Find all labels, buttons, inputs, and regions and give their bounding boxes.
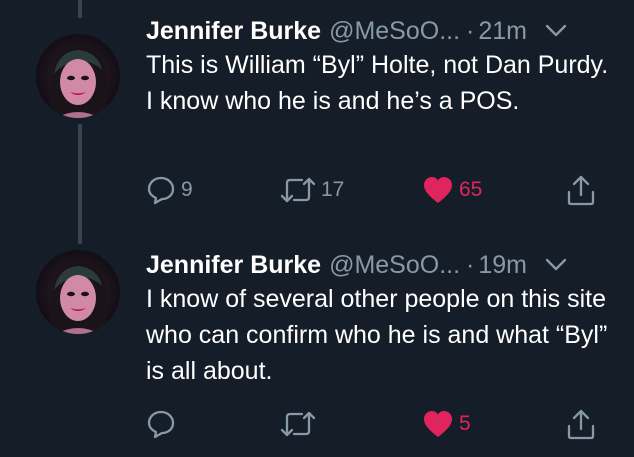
like-button[interactable]: 65 bbox=[422, 170, 482, 210]
reply-count: 9 bbox=[181, 178, 193, 201]
author-name[interactable]: Jennifer Burke bbox=[146, 16, 321, 46]
retweet-icon bbox=[280, 177, 316, 203]
tweet-header: Jennifer Burke @MeSoO... · 19m bbox=[146, 250, 622, 280]
retweet-button[interactable]: 17 bbox=[280, 170, 344, 210]
chevron-down-icon[interactable] bbox=[545, 258, 567, 272]
heart-icon bbox=[424, 411, 452, 437]
tweet-text: This is William “Byl” Holte, not Dan Pur… bbox=[146, 51, 609, 115]
timestamp[interactable]: 21m bbox=[478, 16, 527, 46]
share-button[interactable] bbox=[566, 404, 596, 444]
avatar[interactable] bbox=[36, 250, 120, 334]
retweet-button[interactable] bbox=[280, 404, 321, 444]
share-icon bbox=[567, 409, 595, 440]
retweet-count: 17 bbox=[321, 178, 345, 201]
separator: · bbox=[466, 17, 475, 45]
tweet-header: Jennifer Burke @MeSoO... · 21m bbox=[146, 16, 622, 46]
avatar[interactable] bbox=[36, 34, 120, 118]
tweet[interactable]: Jennifer Burke @MeSoO... · 21m This is W… bbox=[0, 0, 634, 230]
chevron-down-icon[interactable] bbox=[545, 24, 567, 38]
like-count: 5 bbox=[459, 412, 471, 435]
heart-icon bbox=[424, 177, 452, 203]
share-button[interactable] bbox=[566, 170, 596, 210]
retweet-icon bbox=[280, 411, 316, 437]
author-name[interactable]: Jennifer Burke bbox=[146, 250, 321, 280]
tweet[interactable]: Jennifer Burke @MeSoO... · 19m I know of… bbox=[0, 230, 634, 457]
author-handle[interactable]: @MeSoO... bbox=[329, 250, 460, 280]
action-bar: 5 bbox=[146, 404, 606, 444]
reply-button[interactable]: 9 bbox=[146, 170, 193, 210]
timestamp[interactable]: 19m bbox=[478, 250, 527, 280]
separator: · bbox=[466, 251, 475, 279]
reply-button[interactable] bbox=[146, 404, 181, 444]
author-handle[interactable]: @MeSoO... bbox=[329, 16, 460, 46]
action-bar: 9 17 65 bbox=[146, 170, 606, 210]
tweet-text: I know of several other people on this s… bbox=[146, 285, 608, 385]
share-icon bbox=[567, 175, 595, 206]
reply-icon bbox=[147, 410, 175, 439]
reply-icon bbox=[147, 176, 175, 205]
like-count: 65 bbox=[459, 178, 483, 201]
like-button[interactable]: 5 bbox=[422, 404, 471, 444]
